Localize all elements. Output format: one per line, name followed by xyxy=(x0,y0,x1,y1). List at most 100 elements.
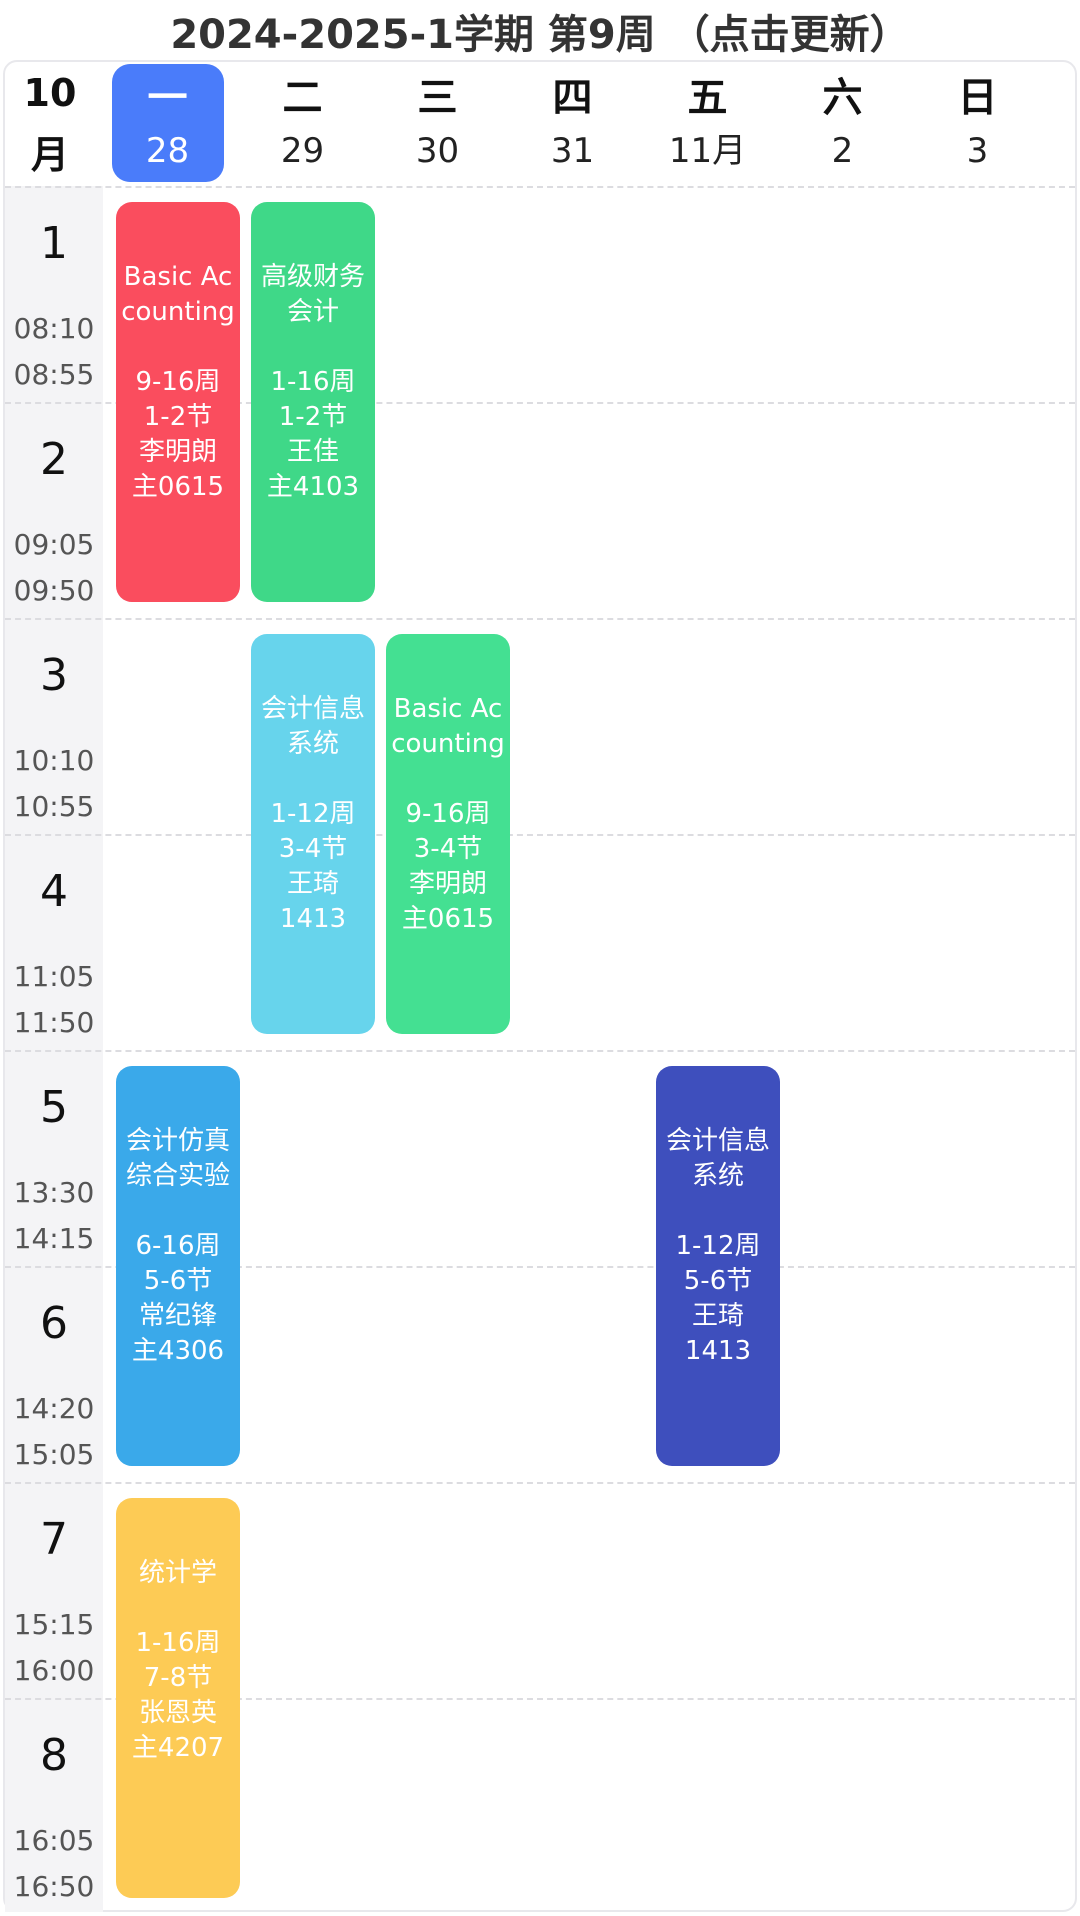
period-2: 2 09:05 09:50 xyxy=(5,402,103,616)
date-label: 11月 xyxy=(668,131,747,171)
course-sections: 3-4节 xyxy=(413,834,483,864)
course-weeks: 1-16周 xyxy=(135,1628,221,1658)
period-end-time: 16:50 xyxy=(13,1870,95,1903)
course-name: 高级财务会计 xyxy=(260,262,365,327)
day-header-4[interactable]: 四 31 xyxy=(517,64,629,182)
period-1: 1 08:10 08:55 xyxy=(5,186,103,400)
period-number: 3 xyxy=(40,650,68,701)
weekday-label: 三 xyxy=(417,75,458,121)
weekday-label: 四 xyxy=(552,75,593,121)
week-header: 10 月 一 28 二 29 三 30 四 31 五 11月六 2 日 3 xyxy=(5,62,1075,186)
course-teacher: 李明朗 xyxy=(138,437,217,467)
course-room: 主0615 xyxy=(131,472,225,502)
period-start-time: 10:10 xyxy=(13,744,95,777)
weekday-label: 五 xyxy=(687,75,728,121)
weekday-label: 一 xyxy=(147,75,188,121)
period-number: 4 xyxy=(40,866,68,917)
period-number: 1 xyxy=(40,218,68,269)
course-teacher: 王佳 xyxy=(286,437,339,467)
course-card[interactable]: 会计信息系统 1-12周 5-6节王琦 1413 xyxy=(656,1066,780,1466)
period-5: 5 13:30 14:15 xyxy=(5,1050,103,1264)
semester-week-title[interactable]: 2024-2025-1学期 第9周 （点击更新） xyxy=(0,0,1080,62)
day-header-3[interactable]: 三 30 xyxy=(382,64,494,182)
period-number: 8 xyxy=(40,1730,68,1781)
period-end-time: 08:55 xyxy=(13,358,95,391)
course-sections: 5-6节 xyxy=(683,1266,753,1296)
period-8: 8 16:05 16:50 xyxy=(5,1698,103,1912)
course-name: 会计仿真综合实验 xyxy=(125,1126,230,1191)
course-sections: 7-8节 xyxy=(143,1663,213,1693)
course-sections: 1-2节 xyxy=(278,402,348,432)
course-card[interactable]: 统计学 1-16周 7-8节 张恩英 主4207 xyxy=(116,1498,240,1898)
day-header-5[interactable]: 五 11月 xyxy=(652,64,764,182)
month-label: 10 月 xyxy=(5,62,95,186)
weekday-label: 日 xyxy=(957,75,998,121)
period-start-time: 11:05 xyxy=(13,960,95,993)
period-7: 7 15:15 16:00 xyxy=(5,1482,103,1696)
weekday-label: 二 xyxy=(282,75,323,121)
period-end-time: 10:55 xyxy=(13,790,95,823)
period-number: 2 xyxy=(40,434,68,485)
period-4: 4 11:05 11:50 xyxy=(5,834,103,1048)
period-number: 5 xyxy=(40,1082,68,1133)
header-divider xyxy=(5,186,1075,188)
period-start-time: 16:05 xyxy=(13,1824,95,1857)
row-divider xyxy=(5,618,1075,620)
course-teacher: 李明朗 xyxy=(408,869,487,899)
period-end-time: 09:50 xyxy=(13,574,95,607)
period-end-time: 15:05 xyxy=(13,1438,95,1471)
course-name: Basic Accounting xyxy=(121,262,235,327)
day-header-1[interactable]: 一 28 xyxy=(111,64,224,182)
period-end-time: 11:50 xyxy=(13,1006,95,1039)
row-divider xyxy=(5,1050,1075,1052)
course-room: 主0615 xyxy=(401,904,495,934)
row-divider xyxy=(5,834,1075,836)
day-header-6[interactable]: 六2 xyxy=(787,64,899,182)
period-start-time: 14:20 xyxy=(13,1392,95,1425)
period-number: 6 xyxy=(40,1298,68,1349)
course-weeks: 6-16周 xyxy=(135,1231,221,1261)
course-sections: 5-6节 xyxy=(143,1266,213,1296)
course-weeks: 1-12周 xyxy=(270,799,356,829)
course-room: 主4207 xyxy=(131,1733,225,1763)
course-teacher: 张恩英 xyxy=(138,1698,217,1728)
course-card[interactable]: 会计信息系统 1-12周 3-4节 王琦 1413 xyxy=(251,634,375,1034)
period-number: 7 xyxy=(40,1514,68,1565)
period-start-time: 09:05 xyxy=(13,528,95,561)
course-name: 会计信息系统 xyxy=(665,1126,770,1191)
course-sections: 3-4节 xyxy=(278,834,348,864)
date-label: 30 xyxy=(415,131,460,171)
course-name: 会计信息系统 xyxy=(260,694,365,759)
day-header-2[interactable]: 二 29 xyxy=(247,64,359,182)
course-room: 主4306 xyxy=(131,1336,225,1366)
course-room: 主4103 xyxy=(266,472,360,502)
period-3: 3 10:10 10:55 xyxy=(5,618,103,832)
period-start-time: 13:30 xyxy=(13,1176,95,1209)
month-number: 10 xyxy=(23,71,77,115)
date-label: 31 xyxy=(550,131,595,171)
course-weeks: 1-12周 xyxy=(675,1231,761,1261)
weekday-label: 六 xyxy=(822,75,863,121)
course-weeks: 1-16周 xyxy=(270,367,356,397)
date-label: 2 xyxy=(831,131,854,171)
period-6: 6 14:20 15:05 xyxy=(5,1266,103,1480)
course-name: Basic Accounting xyxy=(391,694,505,759)
course-card[interactable]: 会计仿真综合实验 6-16周 5-6节 常纪锋 主4306 xyxy=(116,1066,240,1466)
course-weeks: 9-16周 xyxy=(405,799,491,829)
period-start-time: 15:15 xyxy=(13,1608,95,1641)
course-teacher: 王琦 xyxy=(691,1301,744,1331)
date-label: 29 xyxy=(280,131,325,171)
course-room: 1413 xyxy=(684,1336,752,1366)
period-end-time: 16:00 xyxy=(13,1654,95,1687)
course-card[interactable]: Basic Accounting 9-16周 1-2节 李明朗 主0615 xyxy=(116,202,240,602)
period-start-time: 08:10 xyxy=(13,312,95,345)
course-card[interactable]: 高级财务会计 1-16周 1-2节王佳主4103 xyxy=(251,202,375,602)
row-divider xyxy=(5,1482,1075,1484)
date-label: 3 xyxy=(966,131,989,171)
course-teacher: 王琦 xyxy=(286,869,339,899)
course-sections: 1-2节 xyxy=(143,402,213,432)
period-end-time: 14:15 xyxy=(13,1222,95,1255)
course-card[interactable]: Basic Accounting 9-16周 3-4节李明朗主0615 xyxy=(386,634,510,1034)
day-header-7[interactable]: 日3 xyxy=(922,64,1034,182)
date-label: 28 xyxy=(145,131,190,171)
